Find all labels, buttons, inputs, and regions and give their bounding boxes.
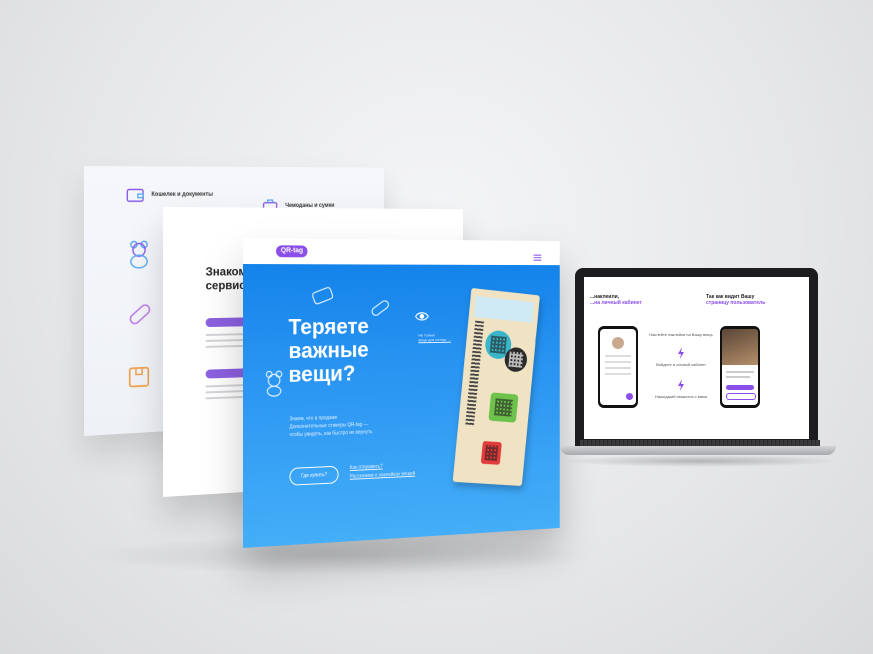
middle-title: Знаком сервис	[206, 264, 247, 292]
text-line	[726, 376, 750, 378]
hero-body-line3: чтобы увидеть, как быстро их вернуть	[289, 429, 373, 439]
hero-body-line1: Знаем, что в продаже	[289, 414, 338, 423]
front-topbar: QR-tag	[243, 238, 560, 266]
middle-title-line1: Знаком	[205, 264, 247, 279]
secondary-button[interactable]	[726, 393, 756, 400]
phone-right	[720, 326, 760, 408]
sticker-pack-image	[452, 287, 540, 487]
fab-button[interactable]	[626, 393, 633, 400]
form-line	[605, 367, 631, 369]
bolt-icon	[677, 346, 685, 359]
middle-text-line	[205, 338, 248, 342]
phone-left-screen	[600, 329, 636, 405]
laptop-step1: Наклейте наклейки на Вашу вещь	[649, 332, 713, 337]
text-line	[726, 371, 754, 373]
sticker-pack-barcode	[465, 320, 485, 426]
bolt-icon	[677, 378, 685, 391]
mockup-scene: Кошелек и документы Чемоданы и сумки Зна…	[0, 0, 873, 654]
profile-photo	[722, 329, 758, 365]
teddy-doodle-icon	[262, 369, 285, 397]
qr-code-icon	[508, 351, 524, 368]
qr-tag-logo[interactable]: QR-tag	[275, 245, 308, 258]
contact-button[interactable]	[726, 385, 754, 390]
teddy-bear-icon	[127, 239, 152, 269]
phone-right-screen	[722, 329, 758, 405]
menu-icon[interactable]	[534, 249, 542, 256]
where-to-buy-button[interactable]: Где купить?	[289, 465, 339, 486]
back-item-wallet: Кошелек и документы	[125, 184, 213, 206]
laptop-left-heading-line2: ...на личный кабинет	[590, 300, 642, 306]
qr-code-icon	[489, 335, 507, 354]
form-line	[605, 373, 631, 375]
laptop-base	[560, 446, 836, 455]
back-item-label: Кошелек и документы	[151, 191, 213, 198]
laptop-step3: Нашедший свяжется с вами	[654, 394, 708, 399]
form-line	[605, 361, 631, 363]
middle-title-line2: сервис	[205, 278, 246, 293]
laptop-shadow	[560, 455, 840, 467]
pill-icon	[127, 300, 154, 328]
laptop-step2: Войдите в личный кабинет	[656, 362, 706, 367]
qr-code-icon	[494, 398, 513, 417]
avatar	[612, 337, 624, 349]
wallet-icon	[125, 184, 146, 206]
form-line	[605, 355, 631, 357]
stickers-info-link[interactable]: Расскажем о наклейках вещей	[350, 471, 415, 480]
phone-left	[598, 326, 638, 408]
box-icon	[127, 363, 152, 390]
hero-headline: Теряете важные вещи?	[288, 313, 369, 387]
sticker-pack-header	[473, 296, 535, 323]
bag-doodle-icon	[310, 284, 334, 306]
qr-code-icon	[484, 444, 499, 461]
laptop-right-heading: Так как видит Вашу страницу пользователь	[706, 294, 765, 306]
laptop-left-heading: ...наклеили, ...на личный кабинет	[590, 294, 642, 306]
laptop-right-heading-line2: страницу пользователь	[706, 300, 766, 306]
how-to-send-link[interactable]: Как отправить?	[350, 464, 383, 471]
front-sheet: QR-tag Не только вещи для потерь → Теряе…	[243, 238, 560, 548]
middle-text-line	[205, 395, 244, 400]
